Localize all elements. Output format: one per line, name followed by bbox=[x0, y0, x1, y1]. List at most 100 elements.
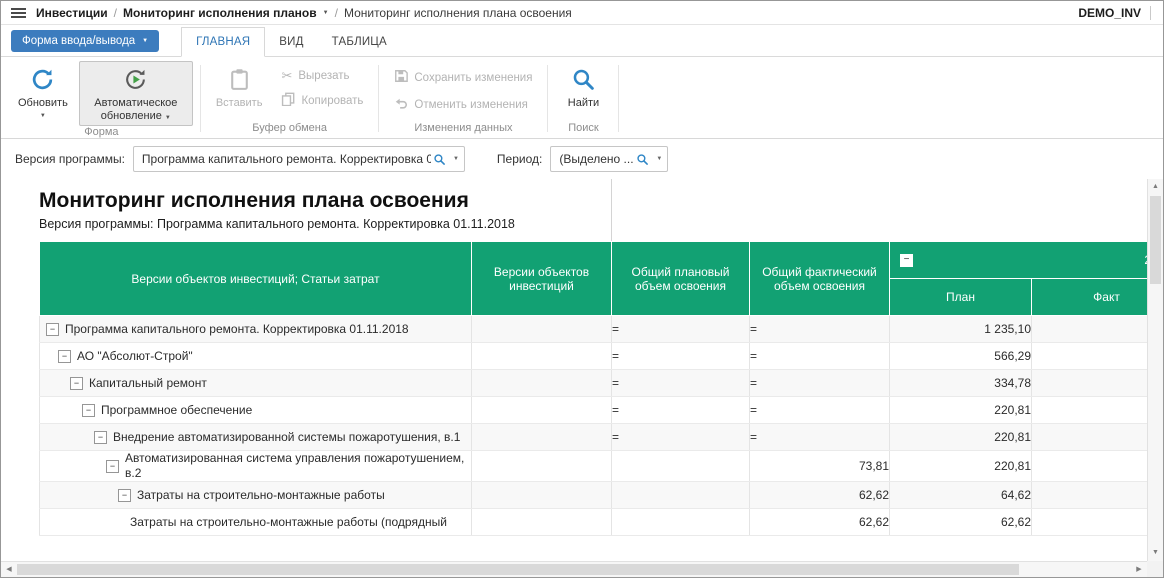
table-row[interactable]: − Внедрение автоматизированной системы п… bbox=[40, 424, 1148, 451]
collapse-icon[interactable]: − bbox=[46, 323, 59, 336]
chevron-down-icon: ▼ bbox=[165, 115, 171, 121]
find-button[interactable]: Найти bbox=[555, 61, 611, 113]
vertical-scrollbar[interactable]: ▲ ▼ bbox=[1147, 179, 1163, 561]
ribbon-group-clipboard-label: Буфер обмена bbox=[203, 122, 377, 138]
user-name[interactable]: DEMO_INV bbox=[1078, 6, 1141, 20]
period-combobox[interactable]: (Выделено ... ▼ bbox=[550, 146, 668, 172]
report-area: Мониторинг исполнения плана освоения Вер… bbox=[1, 179, 1147, 561]
plan-2017-cell: 220,81 bbox=[890, 451, 1032, 482]
total-plan-cell bbox=[612, 509, 750, 536]
topbar-divider bbox=[1150, 6, 1151, 20]
row-label: Программа капитального ремонта. Корректи… bbox=[65, 322, 409, 337]
total-plan-cell: = bbox=[612, 316, 750, 343]
plan-2017-cell: 62,62 bbox=[890, 509, 1032, 536]
collapse-icon[interactable]: − bbox=[82, 404, 95, 417]
collapse-icon[interactable]: − bbox=[118, 489, 131, 502]
program-version-combobox[interactable]: Программа капитального ремонта. Корректи… bbox=[133, 146, 465, 172]
collapse-icon[interactable]: − bbox=[94, 431, 107, 444]
breadcrumb-item-monitoring-plans[interactable]: Мониторинг исполнения планов bbox=[123, 6, 317, 20]
horizontal-scroll-thumb[interactable] bbox=[17, 564, 1019, 575]
hamburger-menu-icon[interactable] bbox=[11, 8, 26, 18]
scroll-down-icon[interactable]: ▼ bbox=[1148, 546, 1163, 560]
period-value: (Выделено ... bbox=[551, 152, 634, 166]
total-plan-cell: = bbox=[612, 343, 750, 370]
pane-splitter[interactable] bbox=[611, 179, 612, 241]
refresh-button[interactable]: Обновить ▼ bbox=[10, 61, 76, 122]
plan-2017-cell: 220,81 bbox=[890, 397, 1032, 424]
table-header-year-2017: − 2017 bbox=[890, 242, 1148, 279]
scroll-up-icon[interactable]: ▲ bbox=[1148, 180, 1163, 194]
ribbon-divider bbox=[618, 65, 619, 132]
breadcrumb-separator: / bbox=[335, 6, 338, 20]
table-row[interactable]: − АО "Абсолют-Строй" = = 566,29 418 bbox=[40, 343, 1148, 370]
breadcrumb-item-investments[interactable]: Инвестиции bbox=[36, 6, 108, 20]
collapse-icon[interactable]: − bbox=[106, 460, 119, 473]
horizontal-scrollbar[interactable]: ◀ ▶ bbox=[1, 561, 1147, 577]
search-icon bbox=[571, 67, 596, 95]
total-plan-cell: = bbox=[612, 397, 750, 424]
filter-bar: Версия программы: Программа капитального… bbox=[1, 139, 1163, 179]
chevron-down-icon: ▼ bbox=[40, 113, 46, 119]
auto-refresh-toggle[interactable]: Автоматическое обновление ▼ bbox=[79, 61, 193, 126]
collapse-icon[interactable]: − bbox=[70, 377, 83, 390]
fact-2017-cell: 73 bbox=[1032, 451, 1148, 482]
table-row[interactable]: − Автоматизированная система управления … bbox=[40, 451, 1148, 482]
copy-button[interactable]: Копировать bbox=[277, 91, 367, 110]
collapse-year-icon[interactable]: − bbox=[900, 254, 913, 267]
chevron-down-icon[interactable]: ▼ bbox=[448, 156, 464, 162]
chevron-down-icon[interactable]: ▼ bbox=[323, 10, 329, 16]
plan-2017-cell: 334,78 bbox=[890, 370, 1032, 397]
total-fact-cell: = bbox=[750, 316, 890, 343]
search-icon[interactable] bbox=[636, 153, 649, 166]
scrollbar-corner bbox=[1147, 561, 1163, 577]
tab-view[interactable]: ВИД bbox=[265, 28, 317, 56]
ribbon-divider bbox=[200, 65, 201, 132]
row-label: Программное обеспечение bbox=[101, 403, 252, 418]
total-fact-cell: 62,62 bbox=[750, 509, 890, 536]
total-fact-cell: 73,81 bbox=[750, 451, 890, 482]
search-icon[interactable] bbox=[433, 153, 446, 166]
paste-button[interactable]: Вставить bbox=[208, 61, 271, 113]
table-row[interactable]: Затраты на строительно-монтажные работы … bbox=[40, 509, 1148, 536]
plan-2017-cell: 64,62 bbox=[890, 482, 1032, 509]
io-form-menu-button[interactable]: Форма ввода/вывода ▼ bbox=[11, 30, 159, 52]
table-row[interactable]: − Программное обеспечение = = 220,81 73 bbox=[40, 397, 1148, 424]
pivot-table: Версии объектов инвестиций; Статьи затра… bbox=[39, 241, 1147, 536]
total-plan-cell bbox=[612, 451, 750, 482]
plan-2017-cell: 220,81 bbox=[890, 424, 1032, 451]
ribbon-group-form: Обновить ▼ Автоматическое обновление ▼ Ф… bbox=[5, 59, 198, 138]
ribbon-group-search-label: Поиск bbox=[550, 122, 616, 138]
undo-changes-button[interactable]: Отменить изменения bbox=[390, 95, 536, 114]
table-row[interactable]: − Программа капитального ремонта. Коррек… bbox=[40, 316, 1148, 343]
tab-table[interactable]: ТАБЛИЦА bbox=[318, 28, 401, 56]
chevron-down-icon[interactable]: ▼ bbox=[651, 156, 667, 162]
table-row[interactable]: − Затраты на строительно-монтажные работ… bbox=[40, 482, 1148, 509]
scroll-left-icon[interactable]: ◀ bbox=[2, 562, 16, 577]
report-title: Мониторинг исполнения плана освоения bbox=[1, 179, 1147, 215]
copy-label: Копировать bbox=[301, 95, 363, 107]
tab-main[interactable]: ГЛАВНАЯ bbox=[181, 27, 265, 57]
paste-label: Вставить bbox=[216, 97, 263, 110]
row-label: Внедрение автоматизированной системы пож… bbox=[113, 430, 460, 445]
ribbon-divider bbox=[378, 65, 379, 132]
scroll-right-icon[interactable]: ▶ bbox=[1132, 562, 1146, 577]
fact-2017-cell: 62 bbox=[1032, 509, 1148, 536]
plan-2017-cell: 1 235,10 bbox=[890, 316, 1032, 343]
tab-bar: Форма ввода/вывода ▼ ГЛАВНАЯ ВИД ТАБЛИЦА bbox=[1, 25, 1163, 57]
program-version-label: Версия программы: bbox=[15, 152, 125, 166]
ribbon-divider bbox=[547, 65, 548, 132]
save-changes-button[interactable]: Сохранить изменения bbox=[390, 68, 536, 87]
collapse-icon[interactable]: − bbox=[58, 350, 71, 363]
cut-button[interactable]: ✂ Вырезать bbox=[277, 68, 367, 83]
app-window: Инвестиции / Мониторинг исполнения плано… bbox=[0, 0, 1164, 578]
refresh-icon bbox=[30, 67, 55, 95]
total-plan-cell: = bbox=[612, 424, 750, 451]
ribbon-tabs: ГЛАВНАЯ ВИД ТАБЛИЦА bbox=[181, 25, 401, 56]
ribbon-group-form-label: Форма bbox=[5, 126, 198, 142]
table-header-tree: Версии объектов инвестиций; Статьи затра… bbox=[40, 242, 472, 316]
fact-2017-cell: 1 088 bbox=[1032, 316, 1148, 343]
paste-icon bbox=[227, 67, 252, 95]
vertical-scroll-thumb[interactable] bbox=[1150, 196, 1161, 284]
table-row[interactable]: − Капитальный ремонт = = 334,78 187 bbox=[40, 370, 1148, 397]
save-icon bbox=[394, 69, 408, 86]
